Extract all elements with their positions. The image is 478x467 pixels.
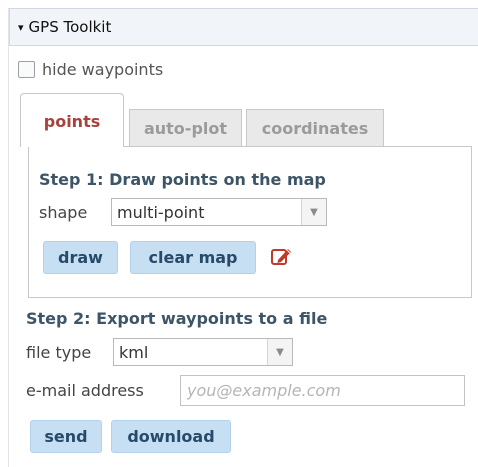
shape-select[interactable]: multi-point ▼	[111, 198, 327, 226]
tab-auto-plot[interactable]: auto-plot	[129, 109, 242, 147]
shape-label: shape	[39, 203, 88, 222]
chevron-down-icon[interactable]: ▼	[301, 199, 326, 225]
file-type-select-value: kml	[119, 342, 149, 362]
tab-points[interactable]: points	[20, 93, 124, 147]
panel-header[interactable]: ▾ GPS Toolkit	[9, 8, 478, 46]
draw-button[interactable]: draw	[43, 241, 118, 274]
file-type-label: file type	[26, 343, 92, 362]
hide-waypoints-checkbox[interactable]	[18, 61, 35, 78]
step2-title: Step 2: Export waypoints to a file	[26, 309, 328, 328]
email-field[interactable]	[180, 375, 465, 406]
send-button[interactable]: send	[30, 420, 102, 453]
edit-icon[interactable]	[270, 246, 292, 268]
file-type-select[interactable]: kml ▼	[113, 338, 293, 366]
panel-title: GPS Toolkit	[28, 18, 112, 36]
chevron-down-icon[interactable]: ▼	[267, 339, 292, 365]
download-button[interactable]: download	[111, 420, 231, 453]
email-label: e-mail address	[26, 381, 144, 400]
hide-waypoints-label[interactable]: hide waypoints	[42, 60, 163, 79]
tab-coordinates[interactable]: coordinates	[246, 109, 384, 147]
collapse-caret-icon[interactable]: ▾	[18, 21, 24, 34]
shape-select-value: multi-point	[117, 202, 205, 222]
clear-map-button[interactable]: clear map	[130, 241, 256, 274]
hide-waypoints-row[interactable]: hide waypoints	[18, 60, 163, 79]
step1-title: Step 1: Draw points on the map	[39, 170, 326, 189]
